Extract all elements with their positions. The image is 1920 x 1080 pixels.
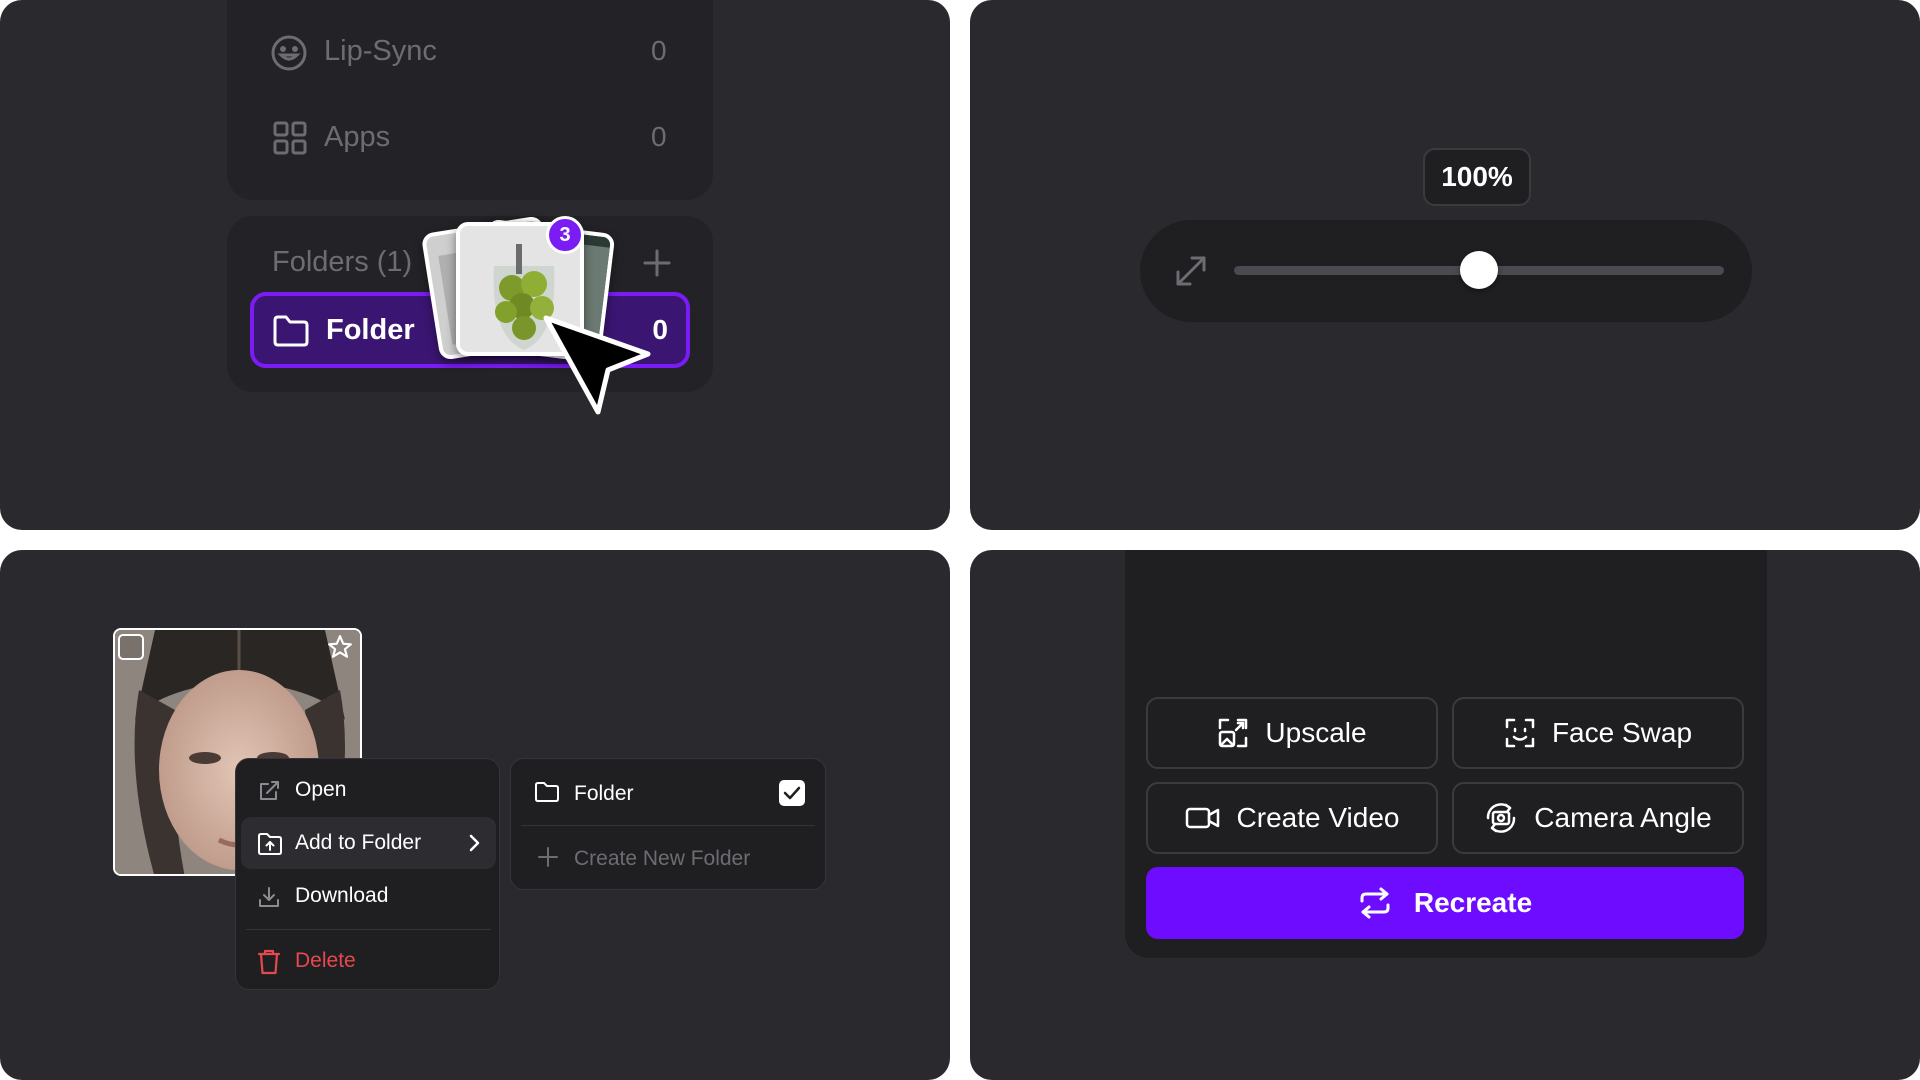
submenu-label-folder: Folder [574, 782, 634, 805]
menu-item-open[interactable]: Open [241, 764, 496, 816]
chevron-right-icon [463, 832, 485, 854]
nav-item-apps[interactable]: Apps [324, 121, 390, 154]
zoom-value: 100% [1423, 148, 1531, 206]
submenu-label-create-new-folder: Create New Folder [574, 847, 751, 870]
upscale-label: Upscale [1265, 717, 1367, 748]
recreate-label: Recreate [1413, 887, 1533, 918]
folder-icon [272, 314, 310, 348]
folder-submenu: Folder Create New Folder [510, 758, 826, 890]
add-folder-icon[interactable] [641, 247, 673, 279]
folder-label: Folder [326, 314, 415, 346]
select-checkbox[interactable] [118, 634, 144, 660]
folder-checkbox-checked[interactable] [779, 780, 805, 806]
menu-label-delete: Delete [295, 949, 356, 972]
create-video-label: Create Video [1236, 802, 1400, 833]
camera-rotate-icon [1484, 801, 1518, 835]
plus-icon [537, 846, 559, 868]
menu-label-add-to-folder: Add to Folder [295, 831, 422, 854]
nav-count-lip-sync: 0 [651, 35, 667, 66]
camera-angle-label: Camera Angle [1534, 802, 1712, 833]
nav-item-lip-sync[interactable]: Lip-Sync [324, 35, 437, 68]
menu-item-download[interactable]: Download [241, 870, 496, 922]
nav-count-apps: 0 [651, 121, 667, 152]
expand-icon[interactable] [1172, 252, 1210, 290]
face-swap-button[interactable]: Face Swap [1452, 697, 1744, 769]
menu-label-download: Download [295, 884, 389, 907]
repeat-icon [1358, 886, 1392, 920]
context-menu: Open Add to Folder Download Delete [235, 758, 500, 990]
face-swap-label: Face Swap [1551, 717, 1693, 748]
apps-icon [272, 120, 308, 156]
zoom-panel: 100% [970, 0, 1920, 530]
folder-icon [534, 781, 560, 803]
upscale-button[interactable]: Upscale [1146, 697, 1438, 769]
folder-upload-icon [257, 832, 283, 856]
submenu-item-create-new-folder[interactable]: Create New Folder [516, 829, 820, 885]
submenu-divider [521, 825, 815, 826]
favorite-star-icon[interactable] [327, 634, 353, 660]
upscale-icon [1217, 717, 1249, 749]
trash-icon [257, 949, 281, 975]
folders-panel: Lip-Sync 0 Apps 0 Folders (1) Folder 0 3 [0, 0, 950, 530]
folders-header: Folders (1) [272, 246, 413, 278]
lip-sync-icon [270, 34, 308, 72]
face-scan-icon [1504, 717, 1536, 749]
menu-label-open: Open [295, 778, 347, 801]
camera-angle-button[interactable]: Camera Angle [1452, 782, 1744, 854]
recreate-button[interactable]: Recreate [1146, 867, 1744, 939]
menu-item-add-to-folder[interactable]: Add to Folder [241, 817, 496, 869]
submenu-item-folder[interactable]: Folder [516, 764, 820, 820]
cursor-arrow-icon [540, 312, 658, 418]
nav-card [227, 0, 713, 200]
zoom-slider-thumb[interactable] [1460, 251, 1498, 289]
video-camera-icon [1185, 805, 1221, 831]
download-icon [257, 885, 281, 909]
menu-divider [246, 929, 491, 930]
external-link-icon [257, 779, 281, 803]
create-video-button[interactable]: Create Video [1146, 782, 1438, 854]
actions-panel: Upscale Face Swap Create Video Camera An… [970, 550, 1920, 1080]
menu-item-delete[interactable]: Delete [241, 935, 496, 987]
context-menu-panel: Open Add to Folder Download Delete Folde… [0, 550, 950, 1080]
drag-count-badge: 3 [546, 216, 584, 254]
